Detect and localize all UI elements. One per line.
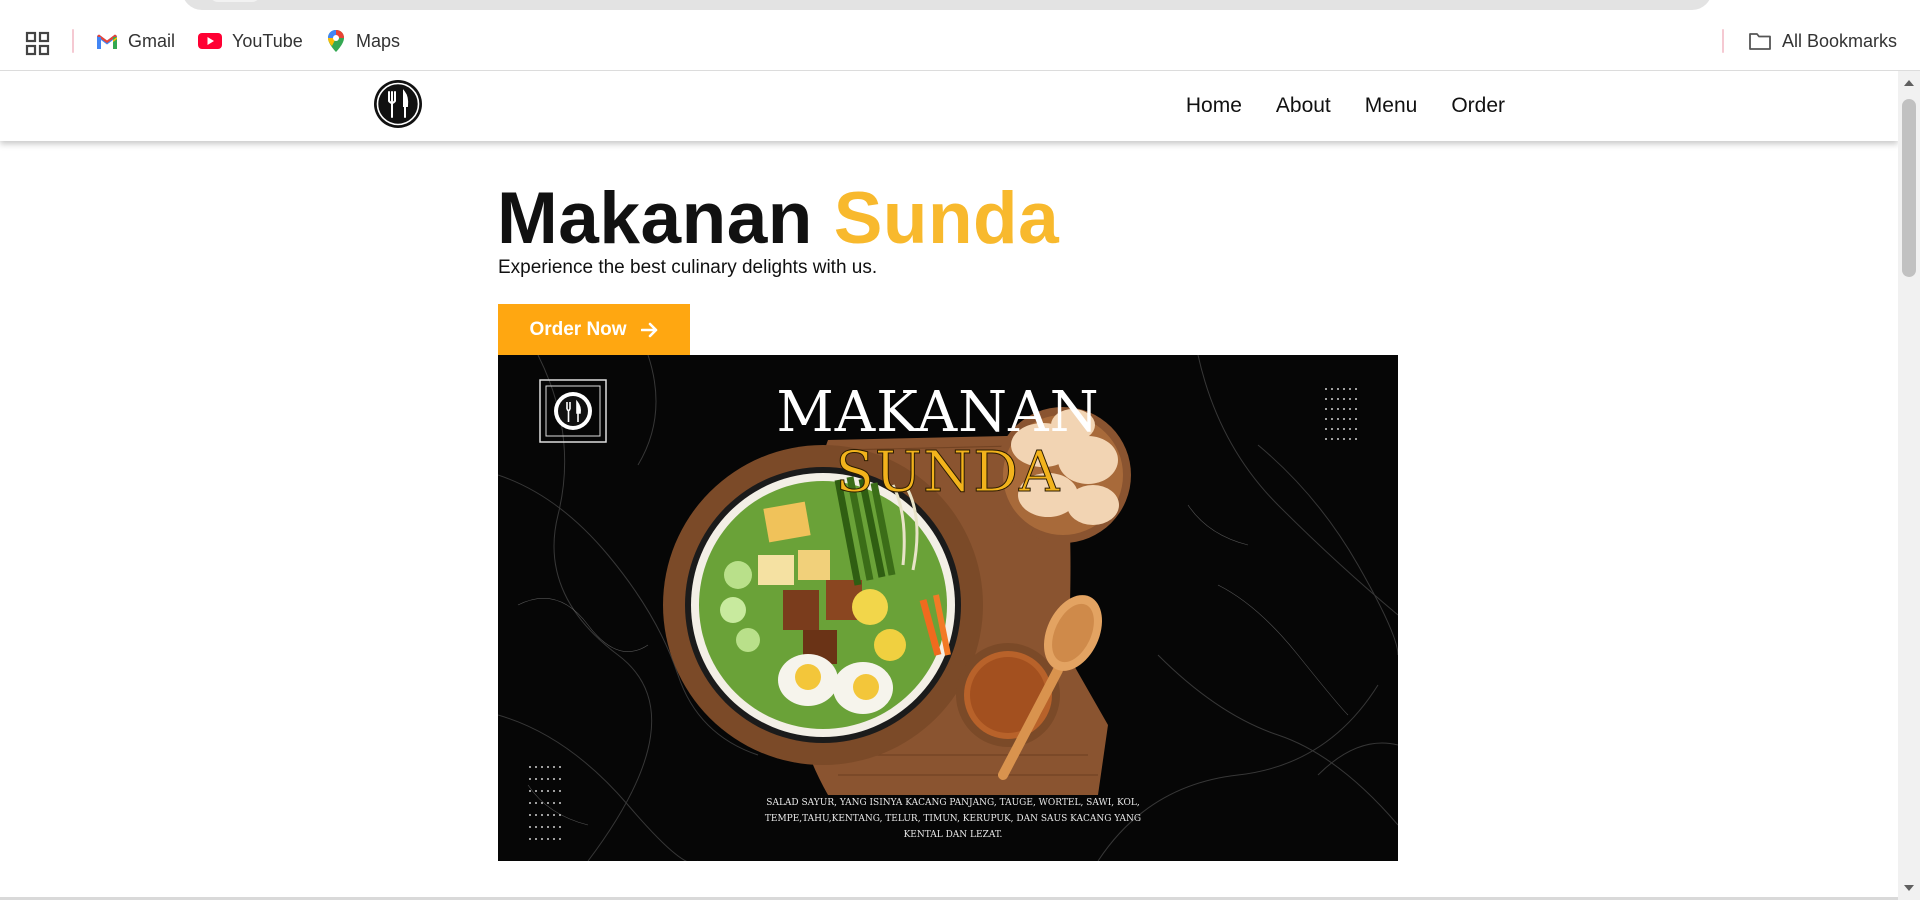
hero-food-image: MAKANAN SUNDA SALAD SAYUR, YANG ISINYA K… (498, 355, 1398, 861)
gmail-icon (97, 34, 117, 49)
nav-home[interactable]: Home (1186, 93, 1242, 119)
folder-icon (1749, 33, 1771, 50)
browser-chrome: Gmail YouTube Maps All Bookmarks (0, 0, 1920, 71)
bookmarks-bar: Gmail YouTube Maps All Bookmarks (0, 22, 1920, 58)
bookmarks-separator (72, 29, 74, 53)
site-header: Home About Menu Order (0, 71, 1898, 141)
nav-menu[interactable]: Menu (1365, 93, 1418, 119)
bookmarks-separator (1722, 29, 1724, 53)
page-viewport: Home About Menu Order Makanan Sunda Expe… (0, 71, 1898, 900)
arrow-right-icon (640, 322, 657, 338)
hero-subtitle: Experience the best culinary delights wi… (498, 257, 878, 278)
order-now-button[interactable]: Order Now (498, 304, 690, 356)
scroll-up-arrow-icon[interactable] (1903, 77, 1915, 89)
address-bar-edge[interactable] (182, 0, 1712, 10)
order-now-label: Order Now (529, 319, 627, 340)
hero-title-accent: Sunda (833, 178, 1060, 259)
page-scrollbar[interactable] (1898, 71, 1920, 900)
fork-knife-logo-icon[interactable] (373, 79, 423, 129)
address-bar-chip (210, 0, 260, 2)
bookmark-label: YouTube (232, 30, 303, 51)
all-bookmarks-label: All Bookmarks (1782, 30, 1898, 51)
poster-title-line1: MAKANAN (776, 380, 1100, 445)
youtube-icon (198, 33, 222, 49)
nav-about[interactable]: About (1276, 93, 1331, 119)
bookmark-maps[interactable]: Maps (326, 26, 400, 56)
nav-order[interactable]: Order (1451, 93, 1505, 119)
poster-title-line2: SUNDA (835, 440, 1061, 505)
hero-title-main: Makanan (497, 178, 813, 259)
all-bookmarks-button[interactable]: All Bookmarks (1748, 26, 1897, 56)
bookmark-label: Gmail (128, 30, 176, 51)
maps-icon (328, 30, 344, 52)
bookmark-youtube[interactable]: YouTube (198, 26, 303, 56)
hero-title: Makanan Sunda (497, 174, 1059, 264)
scroll-down-arrow-icon[interactable] (1903, 882, 1915, 894)
apps-grid-icon[interactable] (24, 30, 52, 58)
scrollbar-thumb[interactable] (1902, 99, 1916, 277)
bookmark-gmail[interactable]: Gmail (96, 26, 175, 56)
main-nav: Home About Menu Order (1152, 93, 1505, 119)
poster-caption: SALAD SAYUR, YANG ISINYA KACANG PANJANG,… (764, 798, 1142, 840)
bookmark-label: Maps (356, 30, 401, 51)
